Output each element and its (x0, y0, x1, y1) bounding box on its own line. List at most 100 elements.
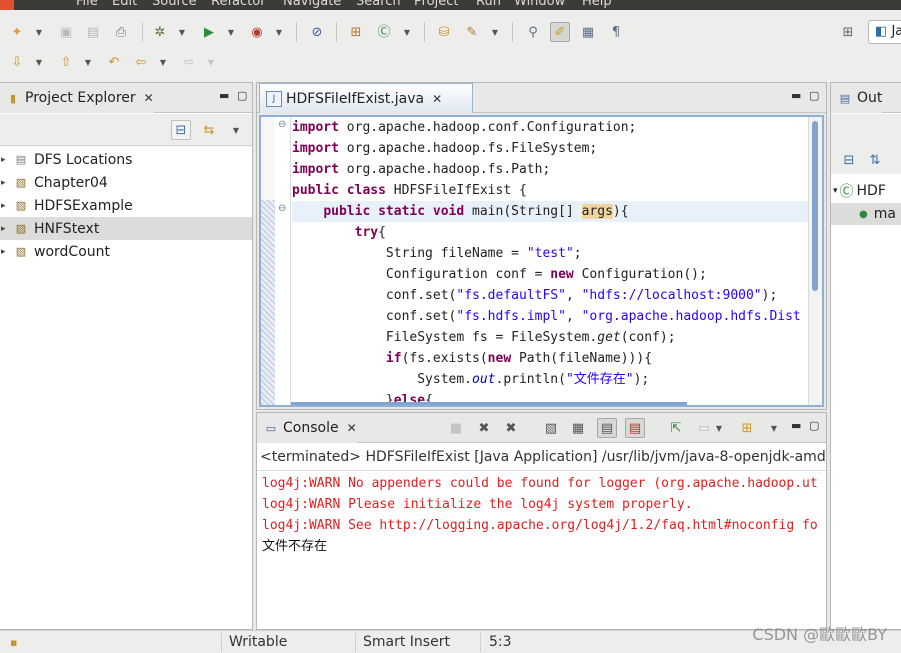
menu-source[interactable]: Source (152, 0, 197, 9)
maximize-icon[interactable]: ▢ (237, 89, 247, 102)
toggle-mark-occurrences-icon[interactable]: ✐ (550, 22, 570, 42)
link-with-editor-icon[interactable]: ⇆ (199, 120, 219, 140)
toggle-ant-editor-icon[interactable]: ⚲ (523, 22, 543, 42)
tree-item-chapter04[interactable]: ▸ ▧ Chapter04 (0, 171, 252, 194)
show-console-on-stdout-icon[interactable]: ▤ (597, 418, 617, 438)
code-content[interactable]: import org.apache.hadoop.conf.Configurat… (292, 117, 808, 405)
java-perspective-button[interactable]: ◧ Ja (868, 20, 901, 44)
menu-refactor[interactable]: Refactor (211, 0, 266, 9)
previous-annotation-dropdown-icon[interactable]: ▼ (83, 52, 93, 72)
tab-project-explorer[interactable]: ▮ Project Explorer ✕ (0, 83, 154, 113)
next-annotation-dropdown-icon[interactable]: ▼ (34, 52, 44, 72)
next-annotation-icon[interactable]: ⇩ (7, 52, 27, 72)
external-tools-dropdown-icon[interactable]: ▼ (274, 22, 284, 42)
forward-icon[interactable]: ⇨ (179, 52, 199, 72)
menu-help[interactable]: Help (582, 0, 612, 9)
expand-arrow-icon[interactable]: ▸ (1, 155, 11, 165)
run-icon[interactable]: ▶ (199, 22, 219, 42)
scroll-lock-icon[interactable]: ▦ (568, 418, 588, 438)
run-dropdown-icon[interactable]: ▼ (226, 22, 236, 42)
pin-console-icon[interactable]: ⇱ (666, 418, 686, 438)
close-icon[interactable]: ✕ (432, 92, 442, 106)
remove-all-terminated-icon[interactable]: ✖ (501, 418, 521, 438)
clear-console-icon[interactable]: ▧ (541, 418, 561, 438)
menu-run[interactable]: Run (476, 0, 501, 9)
minimize-icon[interactable]: ▬ (791, 89, 801, 102)
editor-horizontal-scrollbar[interactable] (291, 402, 687, 405)
expand-arrow-icon[interactable]: ▸ (1, 201, 11, 211)
display-console-dropdown-icon[interactable]: ▼ (714, 418, 724, 438)
sort-icon[interactable]: ⇅ (865, 150, 885, 170)
tree-item-hdfsexample[interactable]: ▸ ▧ HDFSExample (0, 194, 252, 217)
toolbar-separator (142, 22, 143, 42)
outline-item-label: HDF (856, 183, 886, 199)
close-icon[interactable]: ✕ (347, 421, 357, 435)
fold-collapse-icon[interactable]: ⊖ (278, 119, 286, 130)
menu-search[interactable]: Search (356, 0, 401, 9)
tab-outline[interactable]: ▤ Out (831, 83, 883, 113)
save-icon[interactable]: ▣ (56, 22, 76, 42)
editor-vertical-scrollbar[interactable] (808, 117, 822, 405)
tree-item-wordcount[interactable]: ▸ ▧ wordCount (0, 240, 252, 263)
last-edit-location-icon[interactable]: ↶ (104, 52, 124, 72)
console-output[interactable]: log4j:WARN No appenders could be found f… (257, 470, 826, 629)
toggle-block-selection-icon[interactable]: ▦ (578, 22, 598, 42)
new-java-class-icon[interactable]: Ⓒ (374, 22, 394, 42)
collapse-all-icon[interactable]: ⊟ (839, 150, 859, 170)
menu-edit[interactable]: Edit (112, 0, 137, 9)
maximize-icon[interactable]: ▢ (809, 89, 819, 102)
back-icon[interactable]: ⇦ (131, 52, 151, 72)
external-tools-icon[interactable]: ◉ (247, 22, 267, 42)
expand-arrow-icon[interactable]: ▾ (833, 186, 838, 196)
tree-item-hnfstext[interactable]: ▸ ▧ HNFStext (0, 217, 252, 240)
maximize-icon[interactable]: ▢ (809, 419, 819, 432)
menu-window[interactable]: Window (514, 0, 565, 9)
fold-collapse-icon[interactable]: ⊖ (278, 203, 286, 214)
menu-project[interactable]: Project (414, 0, 458, 9)
new-class-dropdown-icon[interactable]: ▼ (402, 22, 412, 42)
remove-launch-icon[interactable]: ✖ (474, 418, 494, 438)
new-dropdown-icon[interactable]: ▼ (34, 22, 44, 42)
close-icon[interactable]: ✕ (144, 91, 154, 105)
skip-breakpoints-icon[interactable]: ⊘ (307, 22, 327, 42)
minimize-icon[interactable]: ▬ (219, 89, 229, 102)
new-java-package-icon[interactable]: ⊞ (346, 22, 366, 42)
tree-item-dfs-locations[interactable]: ▸ ▤ DFS Locations (0, 148, 252, 171)
debug-dropdown-icon[interactable]: ▼ (177, 22, 187, 42)
terminate-icon[interactable]: ■ (446, 418, 466, 438)
editor-text-area[interactable]: ⊖ ⊖ import org.apache.hadoop.conf.Config… (259, 115, 824, 407)
show-console-on-stderr-icon[interactable]: ▤ (625, 418, 645, 438)
open-console-dropdown-icon[interactable]: ▼ (769, 418, 779, 438)
open-perspective-icon[interactable]: ⊞ (838, 22, 858, 42)
previous-annotation-icon[interactable]: ⇧ (56, 52, 76, 72)
show-whitespace-icon[interactable]: ¶ (606, 22, 626, 42)
display-selected-console-icon[interactable]: ▭ (694, 418, 714, 438)
java-project-icon: ▧ (15, 176, 27, 189)
view-menu-icon[interactable]: ▼ (231, 120, 241, 140)
search-icon[interactable]: ✎ (462, 22, 482, 42)
expand-arrow-icon[interactable]: ▸ (1, 178, 11, 188)
forward-dropdown-icon[interactable]: ▼ (206, 52, 216, 72)
status-icon[interactable]: ▪ (10, 631, 17, 653)
back-dropdown-icon[interactable]: ▼ (158, 52, 168, 72)
save-all-icon[interactable]: ▤ (83, 22, 103, 42)
outline-item-class[interactable]: ▾ Ⓒ HDF (831, 180, 886, 202)
menu-navigate[interactable]: Navigate (283, 0, 341, 9)
tab-hdfsfileifexist[interactable]: J HDFSFileIfExist.java ✕ (259, 83, 474, 113)
collapse-all-icon[interactable]: ⊟ (171, 120, 191, 140)
project-explorer-title: Project Explorer (25, 90, 136, 106)
expand-arrow-icon[interactable]: ▸ (1, 224, 11, 234)
print-icon[interactable]: ⎙ (111, 22, 131, 42)
menu-file[interactable]: File (76, 0, 98, 9)
outline-item-method[interactable]: ● ma (831, 203, 901, 225)
new-icon[interactable]: ✦ (7, 22, 27, 42)
window-close-button[interactable] (0, 0, 14, 10)
tab-console[interactable]: ▭ Console ✕ (257, 413, 357, 443)
open-type-icon[interactable]: ⛁ (434, 22, 454, 42)
search-dropdown-icon[interactable]: ▼ (490, 22, 500, 42)
expand-arrow-icon[interactable]: ▸ (1, 247, 11, 257)
scrollbar-thumb[interactable] (812, 121, 818, 291)
debug-icon[interactable]: ✲ (150, 22, 170, 42)
minimize-icon[interactable]: ▬ (791, 419, 801, 432)
open-console-icon[interactable]: ⊞ (737, 418, 757, 438)
